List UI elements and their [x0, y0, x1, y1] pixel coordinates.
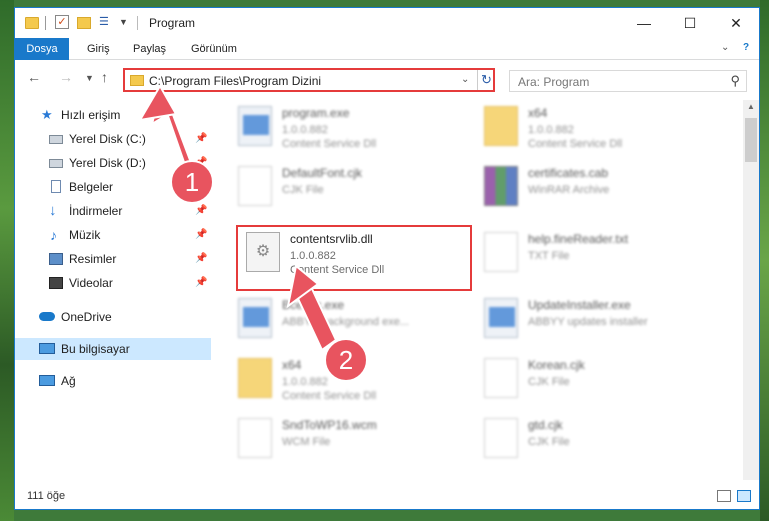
- step-1-badge: 1: [170, 160, 214, 204]
- annotation-overlay: [138, 84, 338, 352]
- arrow-2: [286, 264, 338, 352]
- step-2-badge: 2: [324, 338, 368, 382]
